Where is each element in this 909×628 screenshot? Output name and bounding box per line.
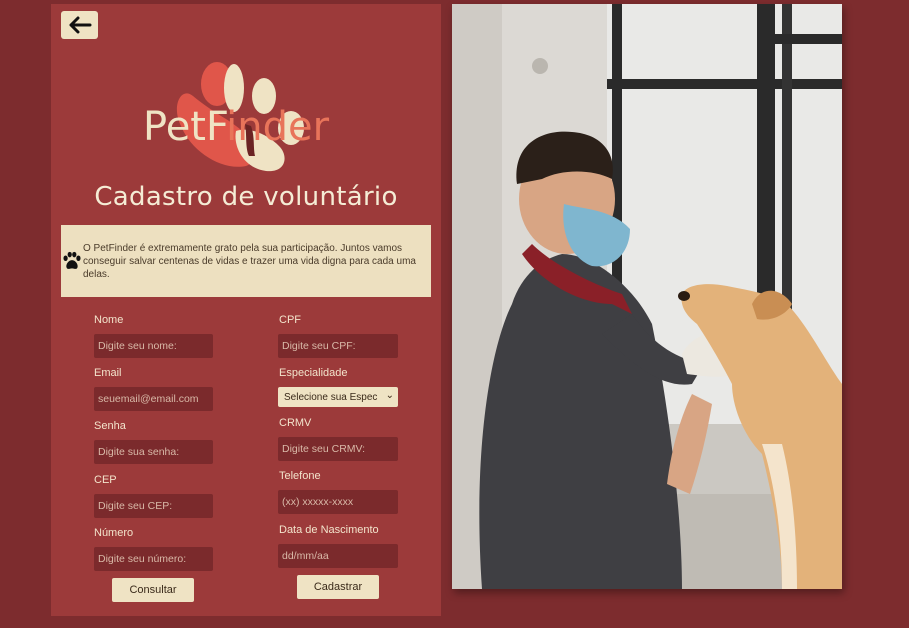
notice-box: O PetFinder é extremamente grato pela su…	[61, 225, 431, 297]
nome-input[interactable]: Digite seu nome:	[94, 334, 213, 358]
nome-label: Nome	[94, 314, 124, 326]
nascimento-label: Data de Nascimento	[279, 524, 379, 536]
paw-icon	[61, 250, 83, 272]
cep-label: CEP	[94, 474, 117, 486]
especialidade-label: Especialidade	[279, 367, 348, 379]
senha-label: Senha	[94, 420, 126, 432]
consultar-button[interactable]: Consultar	[112, 578, 194, 602]
registration-panel: PetFinder Cadastro de voluntário O PetFi…	[51, 4, 441, 616]
numero-input[interactable]: Digite seu número:	[94, 547, 213, 571]
back-button[interactable]	[61, 11, 98, 39]
cpf-input[interactable]: Digite seu CPF:	[278, 334, 398, 358]
cadastrar-button[interactable]: Cadastrar	[297, 575, 379, 599]
logo-wordmark: PetFinder	[143, 104, 330, 150]
notice-text: O PetFinder é extremamente grato pela su…	[83, 242, 416, 280]
arrow-left-icon	[69, 16, 91, 34]
email-input[interactable]: seuemail@email.com	[94, 387, 213, 411]
telefone-label: Telefone	[279, 470, 321, 482]
crmv-label: CRMV	[279, 417, 312, 429]
crmv-input[interactable]: Digite seu CRMV:	[278, 437, 398, 461]
cep-input[interactable]: Digite seu CEP:	[94, 494, 213, 518]
especialidade-selected: Selecione sua Espec	[284, 391, 378, 403]
email-label: Email	[94, 367, 122, 379]
telefone-input[interactable]: (xx) xxxxx-xxxx	[278, 490, 398, 514]
cpf-label: CPF	[279, 314, 301, 326]
numero-label: Número	[94, 527, 134, 539]
chevron-down-icon: ⌄	[385, 390, 394, 401]
vet-with-dog-photo	[452, 4, 842, 589]
senha-input[interactable]: Digite sua senha:	[94, 440, 213, 464]
especialidade-select[interactable]: Selecione sua Espec ⌄	[278, 387, 398, 407]
nascimento-input[interactable]: dd/mm/aa	[278, 544, 398, 568]
page-title: Cadastro de voluntário	[94, 182, 398, 212]
